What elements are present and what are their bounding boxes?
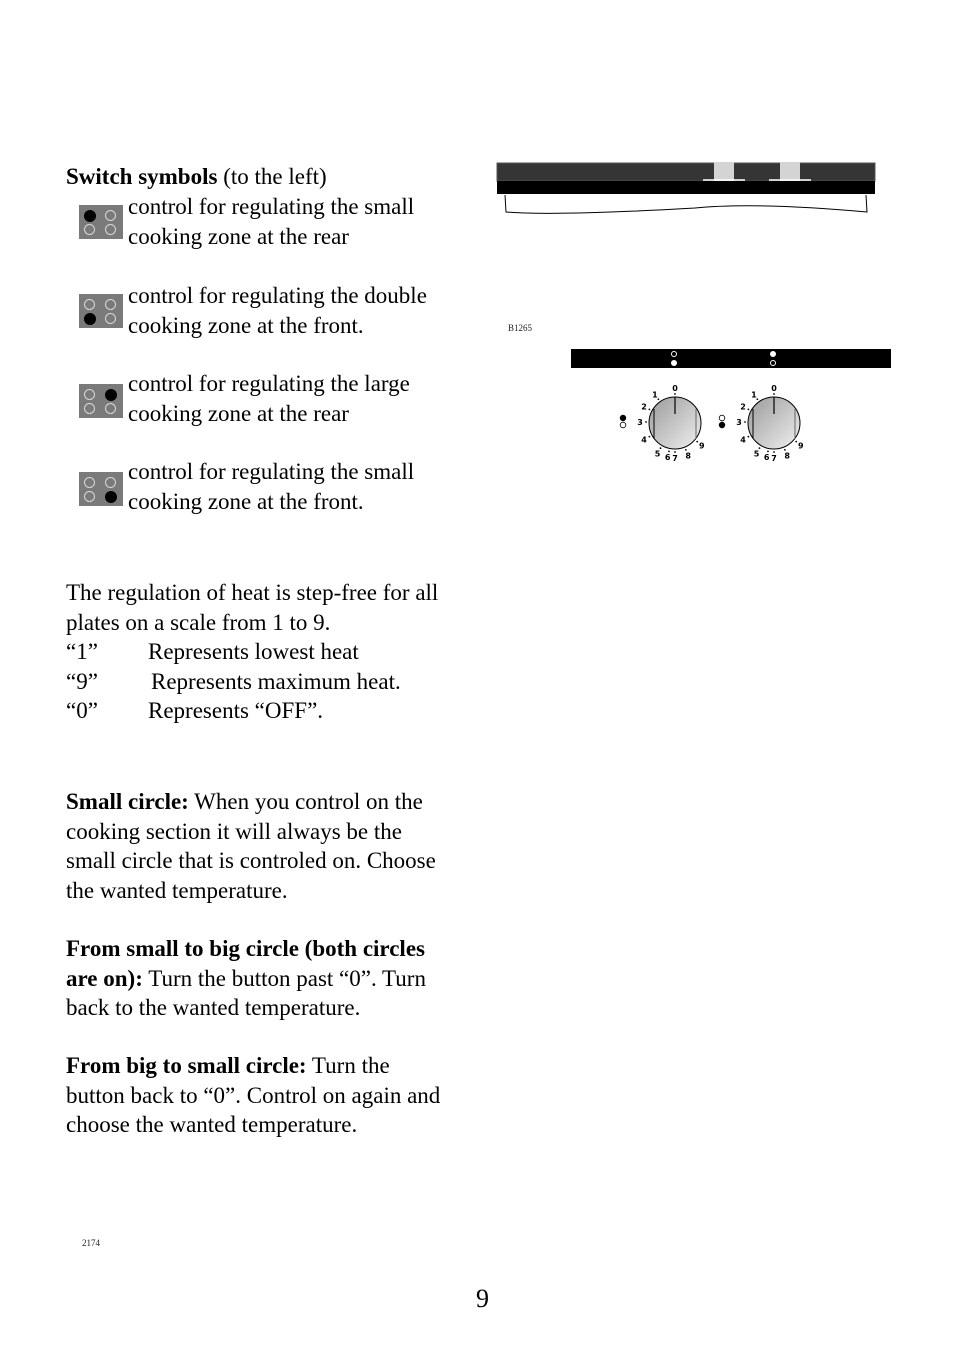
- zone-indicator-icon: [619, 414, 627, 422]
- dial-number: 2: [740, 403, 746, 412]
- switch-item-line: control for regulating the small: [128, 459, 415, 484]
- switch-symbol-icon-rear-large: [79, 384, 123, 418]
- switch-item-line: control for regulating the large: [128, 371, 410, 396]
- dial-number: 4: [641, 435, 647, 444]
- dial-number: 0: [771, 384, 777, 393]
- dial-number: 1: [751, 390, 757, 399]
- zone-indicator-icon: [619, 421, 627, 429]
- dial-number: 0: [672, 384, 678, 393]
- small-circle-section: Small circle: When you control on the co…: [66, 789, 436, 903]
- switch-item-line: cooking zone at the front.: [128, 312, 364, 338]
- dial-number: 3: [736, 418, 742, 427]
- dial-number: 4: [740, 435, 746, 444]
- switch-symbols-heading: Switch symbols (to the left): [66, 162, 327, 192]
- scale-tick: [674, 393, 676, 395]
- scale-row-9: “9” Represents maximum heat.: [66, 668, 401, 694]
- knob-stem-icon: [714, 162, 734, 181]
- dial-number: 9: [699, 441, 705, 450]
- scale-tick: [773, 393, 775, 395]
- dial-number: 6: [665, 453, 671, 462]
- indicator-filled-icon: [770, 351, 776, 357]
- switch-item-line: cooking zone at the front.: [128, 488, 364, 514]
- footer-code: 2174: [82, 1238, 100, 1248]
- dial-number: 5: [655, 449, 661, 458]
- scale-tick: [767, 450, 769, 453]
- control-panel-side-view: [496, 162, 876, 214]
- heading-rest: (to the left): [217, 164, 327, 189]
- heat-regulation-line: The regulation of heat is step-free for …: [66, 580, 439, 605]
- scale-row-1: “1” Represents lowest heat: [66, 639, 359, 664]
- dial-number: 1: [652, 390, 658, 399]
- scale-tick: [747, 435, 750, 438]
- heat-regulation-section: The regulation of heat is step-free for …: [66, 578, 438, 726]
- heading-bold: Switch symbols: [66, 164, 218, 189]
- knob-stem-icon: [780, 162, 800, 181]
- indicator-filled-icon: [671, 360, 677, 366]
- scale-tick: [657, 398, 660, 401]
- scale-tick: [795, 440, 798, 443]
- switch-item-line: cooking zone at the rear: [128, 400, 349, 426]
- switch-item-1: control for regulating the small cooking…: [128, 192, 414, 251]
- switch-item-line: control for regulating the small: [128, 194, 415, 219]
- scale-tick: [668, 450, 670, 453]
- dial-number: 7: [771, 454, 777, 463]
- switch-item-line: cooking zone at the rear: [128, 223, 349, 249]
- scale-tick: [648, 408, 651, 411]
- scale-row-0: “0” Represents “OFF”.: [66, 698, 324, 723]
- dial-number: 6: [764, 453, 770, 462]
- switch-symbol-icon-front-double: [79, 294, 123, 328]
- scale-tick: [773, 451, 775, 453]
- zone-indicator-icon: [718, 421, 726, 429]
- switch-item-line: control for regulating the double: [128, 283, 427, 308]
- dial-number: 8: [784, 451, 790, 460]
- dial-number: 2: [641, 403, 647, 412]
- switch-symbol-icon-front-small: [79, 472, 123, 506]
- zone-indicator-icon: [718, 414, 726, 422]
- scale-tick: [696, 440, 699, 443]
- dial-number: 5: [754, 449, 760, 458]
- switch-item-4: control for regulating the small cooking…: [128, 457, 414, 516]
- dial-number: 3: [637, 418, 643, 427]
- switch-item-2: control for regulating the double cookin…: [128, 281, 427, 340]
- scale-tick: [747, 408, 750, 411]
- dial-number: 7: [672, 454, 678, 463]
- front-panel-strip: [571, 349, 891, 368]
- switch-symbol-icon-rear-small: [79, 205, 123, 239]
- heat-regulation-line: plates on a scale from 1 to 9.: [66, 609, 331, 635]
- control-dials: 012345 6 7 89012345 6 7 89: [619, 384, 804, 463]
- switch-item-3: control for regulating the large cooking…: [128, 369, 410, 428]
- scale-tick: [756, 398, 759, 401]
- small-to-big-section: From small to big circle (both circles a…: [66, 936, 426, 1020]
- big-to-small-section: From big to small circle: Turn the butto…: [66, 1053, 441, 1137]
- dial-number: 8: [685, 451, 691, 460]
- page-number: 9: [476, 1284, 489, 1313]
- scale-tick: [674, 451, 676, 453]
- figure-label: B1265: [508, 323, 533, 333]
- dial-number: 9: [798, 441, 804, 450]
- scale-tick: [648, 435, 651, 438]
- scale-tick: [744, 421, 746, 423]
- scale-tick: [645, 421, 647, 423]
